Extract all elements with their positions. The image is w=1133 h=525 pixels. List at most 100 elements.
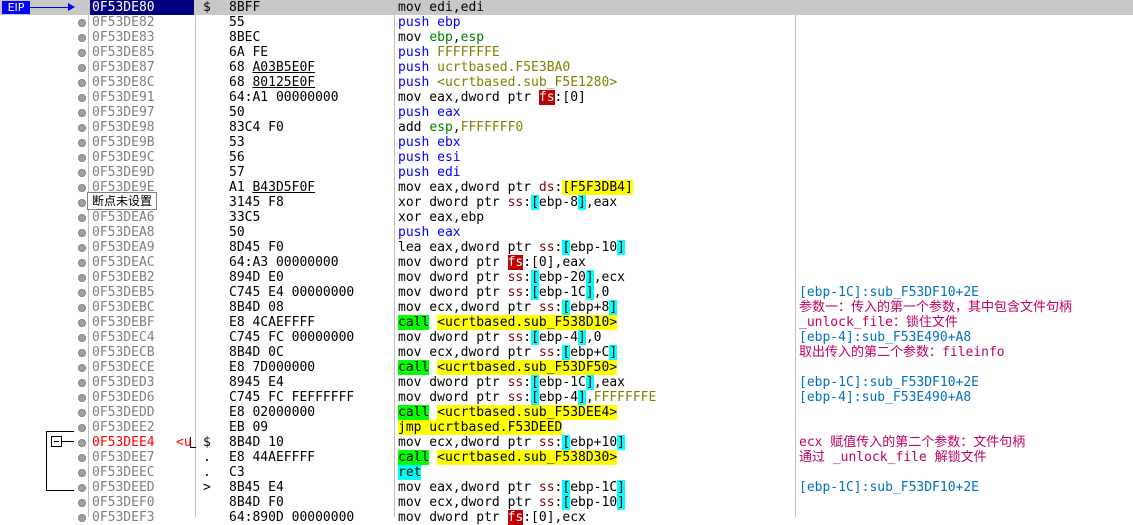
instruction-row[interactable]: 0F53DE9C 56 push esi (0, 150, 1133, 165)
instruction-row[interactable]: 0F53DEEC. C3 ret (0, 465, 1133, 480)
instruction-row[interactable]: 0F53DEA33145 F8xor dword ptr ss:[ebp-8],… (0, 195, 1133, 210)
instruction-row[interactable]: 0F53DE85 6A FE push FFFFFFFE (0, 45, 1133, 60)
assembly[interactable]: mov edi,edi (398, 0, 793, 15)
assembly[interactable]: mov eax,dword ptr ss:[ebp-1C] (398, 480, 793, 495)
address[interactable]: 0F53DEBF (92, 315, 192, 330)
address[interactable]: 0F53DEE2 (92, 420, 192, 435)
instruction-row[interactable]: 0F53DEAC 64:A3 00000000 mov dword ptr fs:[… (0, 255, 1133, 270)
comment[interactable]: [ebp-1C]:sub_F53DF10+2E (799, 375, 1133, 390)
comment[interactable]: 取出传入的第二个参数：fileinfo (799, 345, 1133, 360)
assembly[interactable]: call <ucrtbased.sub_F53DF50> (398, 360, 793, 375)
address[interactable]: 0F53DEED (92, 480, 192, 495)
breakpoint-dot-icon[interactable] (78, 394, 86, 402)
instruction-row[interactable]: 0F53DECE E8 7D000000 call <ucrtbased.sub_F… (0, 360, 1133, 375)
breakpoint-dot-icon[interactable] (78, 229, 86, 237)
instruction-row[interactable]: 0F53DEBF E8 4CAEFFFF call <ucrtbased.sub_F… (0, 315, 1133, 330)
address[interactable]: 0F53DEF0 (92, 495, 192, 510)
breakpoint-dot-icon[interactable] (78, 424, 86, 432)
comment[interactable]: [ebp-1C]:sub_F53DF10+2E (799, 285, 1133, 300)
comment[interactable] (799, 120, 1133, 135)
assembly[interactable]: jmp ucrtbased.F53DEED (398, 420, 793, 435)
assembly[interactable]: push eax (398, 225, 793, 240)
assembly[interactable]: push ebp (398, 15, 793, 30)
comment[interactable] (799, 45, 1133, 60)
address[interactable]: 0F53DE9B (92, 135, 192, 150)
breakpoint-dot-icon[interactable] (78, 379, 86, 387)
address[interactable]: 0F53DE9C (92, 150, 192, 165)
instruction-row[interactable]: 0F53DED3 8945 E4 mov dword ptr ss:[ebp-1C]… (0, 375, 1133, 390)
address[interactable]: 0F53DEE7 (92, 450, 192, 465)
comment[interactable] (799, 135, 1133, 150)
breakpoint-dot-icon[interactable] (78, 319, 86, 327)
comment[interactable] (799, 240, 1133, 255)
assembly[interactable]: mov dword ptr ss:[ebp-1C],0 (398, 285, 793, 300)
address[interactable]: 0F53DE82 (92, 15, 192, 30)
comment[interactable] (799, 405, 1133, 420)
comment[interactable] (799, 510, 1133, 525)
assembly[interactable]: add esp,FFFFFFF0 (398, 120, 793, 135)
assembly[interactable]: push esi (398, 150, 793, 165)
breakpoint-dot-icon[interactable] (78, 124, 86, 132)
address[interactable]: 0F53DEF3 (92, 510, 192, 525)
breakpoint-dot-icon[interactable] (78, 499, 86, 507)
address[interactable]: 0F53DE8C (92, 75, 192, 90)
instruction-row[interactable]: 0F53DE9D 57 push edi (0, 165, 1133, 180)
comment[interactable] (799, 255, 1133, 270)
breakpoint-dot-icon[interactable] (78, 259, 86, 267)
instruction-row[interactable]: 0F53DE82 55 push ebp (0, 15, 1133, 30)
assembly[interactable]: push edi (398, 165, 793, 180)
breakpoint-dot-icon[interactable] (78, 214, 86, 222)
comment[interactable] (799, 465, 1133, 480)
breakpoint-dot-icon[interactable] (78, 514, 86, 522)
comment[interactable] (799, 270, 1133, 285)
assembly[interactable]: xor dword ptr ss:[ebp-8],eax (398, 195, 793, 210)
address[interactable]: 0F53DED3 (92, 375, 192, 390)
address[interactable]: 0F53DE87 (92, 60, 192, 75)
address[interactable]: 0F53DEDD (92, 405, 192, 420)
comment[interactable] (799, 150, 1133, 165)
breakpoint-dot-icon[interactable] (78, 289, 86, 297)
assembly[interactable]: mov ecx,dword ptr ss:[ebp+8] (398, 300, 793, 315)
instruction-row[interactable]: 0F53DEE2 EB 09 jmp ucrtbased.F53DEED (0, 420, 1133, 435)
address[interactable]: 0F53DEA8 (92, 225, 192, 240)
address[interactable]: 0F53DE83 (92, 30, 192, 45)
assembly[interactable]: mov eax,dword ptr fs:[0] (398, 90, 793, 105)
assembly[interactable]: mov dword ptr ss:[ebp-4],0 (398, 330, 793, 345)
address[interactable]: 0F53DE91 (92, 90, 192, 105)
breakpoint-dot-icon[interactable] (78, 94, 86, 102)
breakpoint-dot-icon[interactable] (78, 304, 86, 312)
comment[interactable] (799, 30, 1133, 45)
address[interactable]: 0F53DEC4 (92, 330, 192, 345)
breakpoint-dot-icon[interactable] (78, 409, 86, 417)
breakpoint-dot-icon[interactable] (78, 49, 86, 57)
comment[interactable]: ecx 赋值传入的第二个参数：文件句柄 (799, 435, 1133, 450)
instruction-row[interactable]: 0F53DE9B 53 push ebx (0, 135, 1133, 150)
address[interactable]: 0F53DEA9 (92, 240, 192, 255)
breakpoint-dot-icon[interactable] (78, 439, 86, 447)
comment[interactable]: [ebp-4]:sub_F53E490+A8 (799, 330, 1133, 345)
assembly[interactable]: mov ecx,dword ptr ss:[ebp+10] (398, 435, 793, 450)
comment[interactable] (799, 90, 1133, 105)
instruction-row[interactable]: 0F53DEB2 894D E0 mov dword ptr ss:[ebp-20]… (0, 270, 1133, 285)
comment[interactable]: 参数一：传入的第一个参数，其中包含文件句柄 (799, 300, 1133, 315)
breakpoint-dot-icon[interactable] (78, 244, 86, 252)
assembly[interactable]: mov ecx,dword ptr ss:[ebp-10] (398, 495, 793, 510)
instruction-row[interactable]: 0F53DECB 8B4D 0C mov ecx,dword ptr ss:[ebp… (0, 345, 1133, 360)
comment[interactable]: 通过 _unlock_file 解锁文件 (799, 450, 1133, 465)
address[interactable]: 0F53DE80 (90, 0, 194, 15)
assembly[interactable]: mov eax,dword ptr ds:[F5F3DB4] (398, 180, 793, 195)
comment[interactable]: [ebp-1C]:sub_F53DF10+2E (799, 480, 1133, 495)
assembly[interactable]: push eax (398, 105, 793, 120)
assembly[interactable]: call <ucrtbased.sub_F538D10> (398, 315, 793, 330)
instruction-row[interactable]: 0F53DE80 $8BFF mov edi,edi (0, 0, 1133, 15)
assembly[interactable]: xor eax,ebp (398, 210, 793, 225)
address[interactable]: 0F53DEAC (92, 255, 192, 270)
address[interactable]: 0F53DEB2 (92, 270, 192, 285)
comment[interactable] (799, 225, 1133, 240)
instruction-row[interactable]: 0F53DED6 C745 FC FEFFFFFF mov dword ptr ss… (0, 390, 1133, 405)
address[interactable]: 0F53DECE (92, 360, 192, 375)
breakpoint-dot-icon[interactable] (78, 484, 86, 492)
assembly[interactable]: mov dword ptr fs:[0],ecx (398, 510, 793, 525)
comment[interactable] (799, 105, 1133, 120)
assembly[interactable]: mov dword ptr ss:[ebp-4],FFFFFFFE (398, 390, 793, 405)
